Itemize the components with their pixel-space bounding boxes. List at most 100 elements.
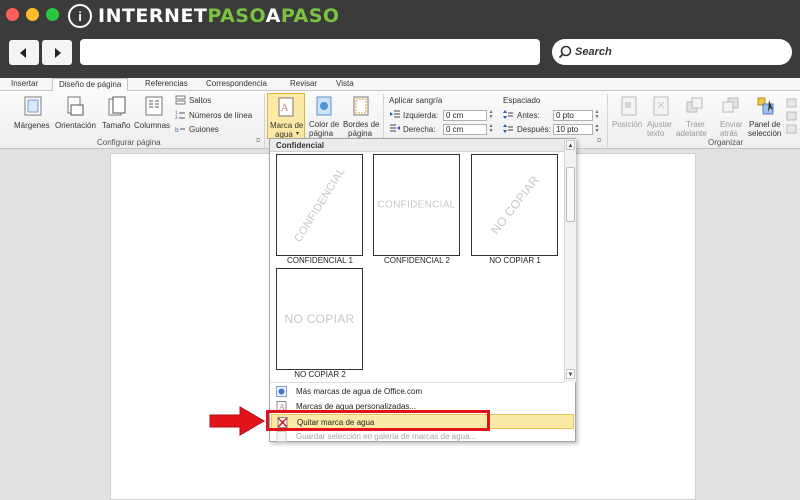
close-window-dot[interactable] bbox=[6, 8, 19, 21]
despues-input[interactable]: 10 pto bbox=[553, 124, 593, 135]
group-separator bbox=[264, 94, 265, 147]
despues-label: Después: bbox=[517, 125, 551, 134]
send-backward-icon bbox=[722, 97, 739, 113]
antes-input[interactable]: 0 pto bbox=[553, 110, 593, 121]
derecha-input[interactable]: 0 cm bbox=[443, 124, 487, 135]
brand-text: INTERNETPASOAPASO bbox=[98, 5, 340, 27]
enviar-label-2: atrás bbox=[720, 129, 738, 138]
saltos-label: Saltos bbox=[189, 96, 212, 105]
search-input[interactable]: Search bbox=[552, 39, 792, 65]
watermark-preview-text: NO COPIAR bbox=[284, 312, 355, 326]
group-label-configurar-pagina: Configurar página bbox=[97, 138, 161, 147]
address-bar[interactable] bbox=[80, 39, 540, 65]
numeros-de-linea-label: Números de línea bbox=[189, 111, 253, 120]
spacing-after-icon bbox=[503, 124, 513, 133]
columnas-label: Columnas bbox=[134, 121, 171, 130]
ajustar-label-2: texto bbox=[647, 129, 665, 138]
menu-item-label: Guardar selección en galería de marcas d… bbox=[296, 432, 477, 441]
guiones-label: Guiones bbox=[189, 125, 219, 134]
color-de-pagina-label-1: Color de bbox=[309, 120, 340, 129]
tamano-label: Tamaño bbox=[102, 121, 131, 130]
back-button[interactable] bbox=[9, 40, 39, 65]
ajustar-label-1: Ajustar bbox=[647, 120, 672, 129]
dialog-launcher-icon[interactable]: ⧉ bbox=[597, 138, 601, 145]
minimize-window-dot[interactable] bbox=[26, 8, 39, 21]
gallery-scrollbar[interactable]: ▲ ▼ bbox=[564, 139, 576, 382]
svg-text:b: b bbox=[175, 127, 179, 134]
menu-separator bbox=[270, 382, 564, 383]
pointer-arrow-icon bbox=[209, 406, 265, 436]
watermark-option-confidencial-1[interactable]: CONFIDENCIAL bbox=[276, 154, 363, 256]
tab-correspondencia[interactable]: Correspondencia bbox=[206, 79, 267, 88]
chevron-down-icon: ▾ bbox=[296, 131, 300, 137]
svg-text:2: 2 bbox=[175, 115, 178, 120]
tab-revisar[interactable]: Revisar bbox=[290, 79, 317, 88]
svg-text:A: A bbox=[280, 103, 289, 114]
tab-insertar[interactable]: Insertar bbox=[11, 79, 38, 88]
watermark-option-confidencial-2[interactable]: CONFIDENCIAL bbox=[373, 154, 460, 256]
izquierda-input[interactable]: 0 cm bbox=[443, 110, 487, 121]
line-numbers-icon: 12 bbox=[175, 110, 185, 120]
scroll-down-icon[interactable]: ▼ bbox=[566, 369, 575, 379]
traer-label-2: adelante bbox=[676, 129, 707, 138]
page-color-icon bbox=[316, 96, 332, 116]
watermark-caption: NO COPIAR 1 bbox=[489, 256, 541, 265]
bordes-de-pagina-label-2: página bbox=[348, 129, 373, 138]
watermark-option-no-copiar-1[interactable]: NO COPIAR bbox=[471, 154, 558, 256]
scroll-up-icon[interactable]: ▲ bbox=[566, 140, 575, 150]
orientacion-label: Orientación bbox=[55, 121, 96, 130]
margins-icon bbox=[24, 96, 42, 116]
group-label-organizar: Organizar bbox=[708, 138, 744, 147]
aplicar-sangria-label: Aplicar sangría bbox=[389, 96, 443, 105]
columns-icon bbox=[145, 96, 163, 116]
derecha-label: Derecha: bbox=[403, 125, 436, 134]
dialog-launcher-icon[interactable]: ⧉ bbox=[256, 138, 260, 145]
traer-label-1: Traer bbox=[686, 120, 705, 129]
watermark-caption: NO COPIAR 2 bbox=[294, 370, 346, 379]
watermark-option-no-copiar-2[interactable]: NO COPIAR bbox=[276, 268, 363, 370]
back-arrow-icon bbox=[20, 47, 26, 58]
highlight-box bbox=[266, 410, 490, 431]
watermark-icon: A bbox=[278, 97, 294, 117]
tab-diseno-de-pagina[interactable]: Diseño de página bbox=[52, 78, 129, 92]
hyphenation-icon: b bbox=[175, 127, 185, 134]
spacing-before-icon bbox=[503, 110, 513, 119]
wrap-text-icon bbox=[653, 96, 669, 116]
derecha-spinner[interactable]: ▲ ▼ bbox=[487, 124, 495, 135]
scrollbar-thumb[interactable] bbox=[566, 167, 575, 222]
site-brand: i INTERNETPASOAPASO bbox=[68, 3, 340, 29]
forward-arrow-icon bbox=[55, 47, 61, 58]
ribbon-tabs: Insertar Diseño de página Referencias Co… bbox=[0, 78, 800, 92]
espaciado-label: Espaciado bbox=[503, 96, 541, 105]
antes-spinner[interactable]: ▲ ▼ bbox=[593, 110, 601, 121]
menu-item-label: Más marcas de agua de Office.com bbox=[296, 387, 423, 396]
tab-vista[interactable]: Vista bbox=[336, 79, 354, 88]
brand-logo-icon: i bbox=[68, 4, 92, 28]
indent-right-icon bbox=[390, 124, 400, 132]
menu-item-more-watermarks[interactable]: Más marcas de agua de Office.com bbox=[271, 384, 574, 399]
watermark-preview-text: CONFIDENCIAL bbox=[291, 165, 348, 245]
watermark-preview-text: CONFIDENCIAL bbox=[377, 199, 456, 211]
menu-item-save-to-gallery: Guardar selección en galería de marcas d… bbox=[271, 429, 574, 444]
watermark-preview-text: NO COPIAR bbox=[487, 173, 542, 237]
tab-referencias[interactable]: Referencias bbox=[145, 79, 188, 88]
align-tools-icon[interactable] bbox=[786, 97, 798, 137]
watermark-caption: CONFIDENCIAL 2 bbox=[384, 256, 450, 265]
forward-button[interactable] bbox=[42, 40, 72, 65]
selection-pane-icon bbox=[757, 97, 774, 115]
color-de-pagina-label-2: página bbox=[309, 129, 334, 138]
izquierda-label: Izquierda: bbox=[403, 111, 439, 120]
group-separator bbox=[607, 94, 608, 147]
watermark-caption: CONFIDENCIAL 1 bbox=[287, 256, 353, 265]
panel-label-2: selección bbox=[748, 129, 782, 138]
marca-de-agua-button[interactable]: A Marca de agua ▾ bbox=[267, 93, 305, 139]
watermark-dropdown: Confidencial ▲ ▼ CONFIDENCIAL CONFIDENCI… bbox=[269, 138, 576, 442]
izquierda-spinner[interactable]: ▲ ▼ bbox=[487, 110, 495, 121]
posicion-label: Posición bbox=[612, 120, 643, 129]
despues-spinner[interactable]: ▲ ▼ bbox=[593, 124, 601, 135]
panel-label-1: Panel de bbox=[749, 120, 781, 129]
office-online-icon bbox=[276, 386, 287, 397]
search-placeholder: Search bbox=[575, 46, 612, 58]
margenes-label: Márgenes bbox=[14, 121, 50, 130]
maximize-window-dot[interactable] bbox=[46, 8, 59, 21]
